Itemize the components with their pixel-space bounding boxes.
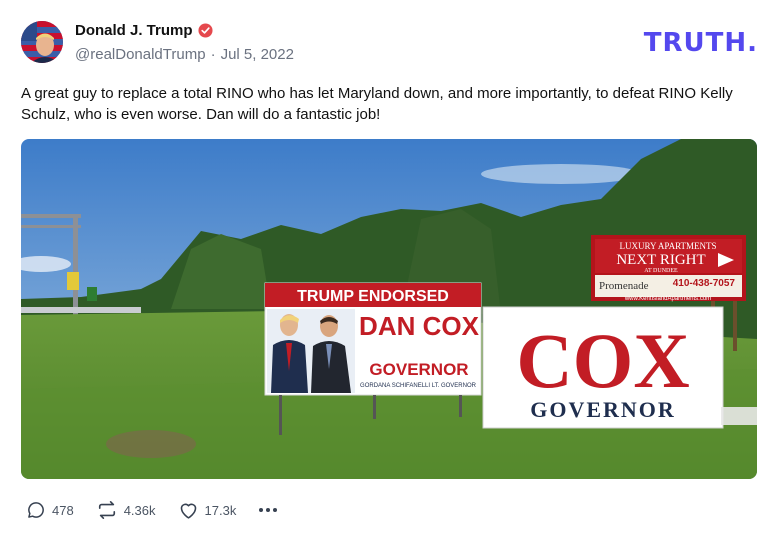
sign-left-banner: TRUMP ENDORSED: [297, 288, 449, 305]
billboard-brand: Promenade: [599, 280, 649, 292]
truth-logo-dot: .: [747, 28, 758, 58]
retruth-button[interactable]: 4.36k: [96, 500, 156, 520]
reply-icon: [26, 500, 46, 520]
avatar[interactable]: [21, 21, 63, 63]
meta-separator: ·: [210, 46, 216, 63]
sign-right-office: GOVERNOR: [530, 397, 676, 422]
reply-button[interactable]: 478: [26, 500, 74, 520]
sign-left-office: GOVERNOR: [369, 360, 468, 379]
retruth-icon: [96, 500, 118, 520]
more-options-button[interactable]: [258, 506, 278, 514]
like-button[interactable]: 17.3k: [178, 500, 237, 520]
user-handle[interactable]: @realDonaldTrump: [75, 46, 206, 63]
more-options-icon: [258, 506, 278, 514]
like-count: 17.3k: [204, 502, 237, 518]
sign-left-name: DAN COX: [359, 311, 480, 341]
reply-count: 478: [52, 502, 74, 518]
truth-logo-text: TRUTH: [643, 28, 748, 58]
sign-right-name: COX: [516, 317, 689, 404]
post-image-scene: LUXURY APARTMENTS NEXT RIGHT AT DUNDEE P…: [21, 139, 757, 479]
post-date[interactable]: Jul 5, 2022: [221, 46, 294, 63]
billboard-line2: NEXT RIGHT: [616, 252, 705, 268]
avatar-image: [21, 21, 63, 63]
sign-left-subline: GORDANA SCHIFANELLI LT. GOVERNOR: [360, 383, 477, 389]
verified-badge-icon: [197, 23, 213, 38]
display-name[interactable]: Donald J. Trump: [75, 22, 193, 39]
post-image[interactable]: LUXURY APARTMENTS NEXT RIGHT AT DUNDEE P…: [21, 139, 757, 479]
heart-icon: [178, 500, 199, 520]
billboard-line3: AT DUNDEE: [644, 268, 678, 274]
retruth-count: 4.36k: [123, 502, 156, 518]
billboard-phone: 410-438-7057: [673, 278, 736, 289]
post-text: A great guy to replace a total RINO who …: [21, 85, 733, 123]
billboard-line1: LUXURY APARTMENTS: [619, 241, 716, 251]
truth-logo[interactable]: TRUTH.: [644, 28, 758, 58]
billboard-url: www.KentIslandApartments.com: [624, 296, 711, 302]
